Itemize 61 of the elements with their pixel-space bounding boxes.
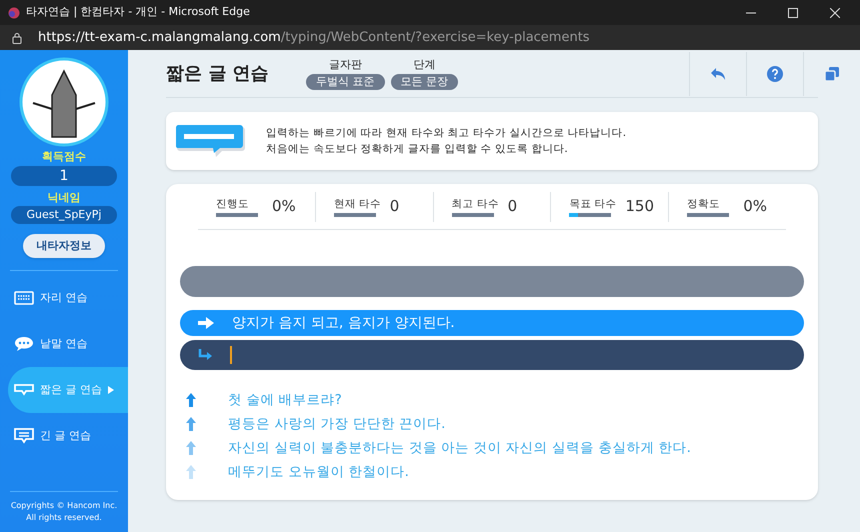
short-bar-icon xyxy=(14,384,34,396)
text-bubble-icon xyxy=(14,428,34,444)
stat-bar xyxy=(687,212,730,216)
speech-bubble-icon xyxy=(176,125,248,157)
stat-label: 진행도 xyxy=(216,196,250,210)
nickname-label: 닉네임 xyxy=(48,190,80,206)
up-arrow-icon xyxy=(186,465,196,479)
upcoming-sentence: 자신의 실력이 불충분하다는 것을 아는 것이 자신의 실력을 충실하게 한다. xyxy=(228,438,691,458)
close-icon[interactable] xyxy=(830,8,840,18)
window-title: 타자연습 | 한컴타자 - 개인 - Microsoft Edge xyxy=(26,4,250,20)
url-text: https://tt-exam-c.malangmalang.com/typing/WebContent/?exercise=key-placements xyxy=(38,28,590,47)
nav-item[interactable]: 자리 연습 xyxy=(0,275,128,321)
up-arrow-icon xyxy=(186,441,196,455)
stat-bar xyxy=(452,212,494,216)
windows-icon[interactable] xyxy=(824,66,840,82)
stat-value: 150 xyxy=(625,196,654,218)
nav-item[interactable]: 짧은 글 연습 xyxy=(8,367,128,413)
upcoming-sentence: 첫 술에 배부르랴? xyxy=(228,390,342,410)
typing-field[interactable] xyxy=(180,340,804,370)
stat-label: 최고 타수 xyxy=(452,196,500,210)
back-icon[interactable] xyxy=(710,66,726,80)
speech-bubble-icon xyxy=(14,336,34,352)
address-bar[interactable]: https://tt-exam-c.malangmalang.com/typing/WebContent/?exercise=key-placements xyxy=(0,25,860,50)
layout-label: 글자판 xyxy=(328,57,362,74)
upcoming-sentence: 메뚜기도 오뉴월이 한철이다. xyxy=(228,462,409,482)
stat-value: 0% xyxy=(272,196,296,218)
stat-label: 목표 타수 xyxy=(569,196,618,210)
nav-item[interactable]: 긴 글 연습 xyxy=(0,413,128,459)
score-value: 1 xyxy=(11,166,117,186)
browser-logo-icon xyxy=(8,6,20,18)
copyright-text: Copyrights © Hancom Inc. xyxy=(10,500,118,512)
layout-badge[interactable]: 두벌식 표준 xyxy=(306,74,384,90)
upcoming-sentence: 평등은 사랑의 가장 단단한 끈이다. xyxy=(228,414,446,434)
stat-value: 0 xyxy=(508,196,518,218)
nav-item[interactable]: 낱말 연습 xyxy=(0,321,128,367)
page-title: 짧은 글 연습 xyxy=(166,62,270,86)
text-cursor xyxy=(230,346,232,364)
stat-bar xyxy=(216,212,258,216)
caret-icon xyxy=(108,386,114,394)
level-label: 단계 xyxy=(413,57,436,74)
score-label: 획득점수 xyxy=(42,149,86,165)
stat-label: 정확도 xyxy=(687,196,722,210)
keyboard-icon xyxy=(14,291,34,305)
current-sentence: 양지가 음지 되고, 음지가 양지된다. xyxy=(232,314,455,332)
profile-button[interactable]: 내타자정보 xyxy=(23,234,105,258)
stat-value: 0% xyxy=(743,196,767,218)
stat-bar xyxy=(334,212,376,216)
lock-icon xyxy=(12,32,22,44)
nickname-value: Guest_SpEyPj xyxy=(11,206,117,224)
info-text: 처음에는 속도보다 정확하게 글자를 입력할 수 있도록 합니다. xyxy=(266,142,569,157)
stat-value: 0 xyxy=(390,196,400,218)
stat-label: 현재 타수 xyxy=(334,196,382,210)
maximize-icon[interactable] xyxy=(788,8,798,18)
info-text: 입력하는 빠르기에 따라 현재 타수와 최고 타수가 실시간으로 나타납니다. xyxy=(266,126,626,141)
up-arrow-icon xyxy=(186,417,196,431)
up-arrow-icon xyxy=(186,393,196,407)
help-icon[interactable] xyxy=(767,66,783,82)
return-arrow-icon xyxy=(198,349,212,361)
copyright-text: All rights reserved. xyxy=(26,512,102,524)
right-arrow-icon xyxy=(198,317,214,329)
level-badge[interactable]: 모든 문장 xyxy=(390,74,458,90)
